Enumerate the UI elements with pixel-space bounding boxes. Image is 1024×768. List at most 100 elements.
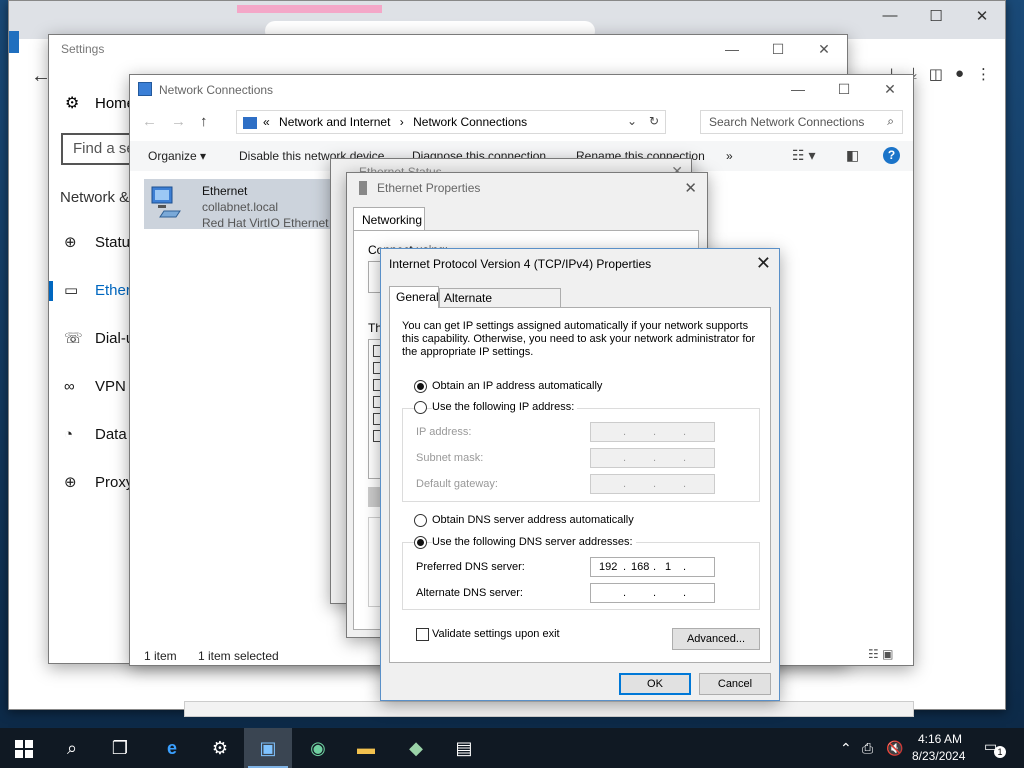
menu-dots-icon[interactable]: ⋮ — [976, 65, 991, 83]
settings-nav-vpn[interactable]: ∞ VPN — [49, 375, 139, 423]
view-toggle-icon[interactable]: ☷ ▣ — [868, 647, 893, 661]
subnet-mask-input[interactable]: ... — [590, 448, 715, 468]
internet-explorer-icon[interactable]: e — [148, 728, 196, 768]
browser-window-controls: — ☐ ✕ — [867, 7, 1005, 25]
netconn-address-bar[interactable]: « Network and Internet › Network Connect… — [236, 110, 666, 134]
settings-nav-proxy[interactable]: ⊕ Proxy — [49, 471, 139, 519]
settings-nav-ethernet[interactable]: ▭ Ether — [49, 279, 139, 327]
network-adapter-icon — [151, 186, 181, 218]
preview-pane-icon[interactable]: ◧ — [846, 147, 859, 164]
help-icon[interactable]: ? — [883, 147, 900, 164]
profile-icon[interactable]: ● — [955, 65, 964, 83]
ipv4-general-panel: You can get IP settings assigned automat… — [389, 307, 771, 663]
app-icon[interactable]: ◆ — [392, 728, 440, 768]
sidebar-icon[interactable]: ◫ — [929, 65, 943, 83]
ip-address-input[interactable]: ... — [590, 422, 715, 442]
ethernet-connection-item[interactable]: Ethernet collabnet.local Red Hat VirtIO … — [144, 179, 344, 230]
validate-settings-label[interactable]: Validate settings upon exit — [432, 628, 560, 640]
globe-icon: ⊕ — [64, 474, 77, 491]
settings-home[interactable]: ⚙ Home — [65, 93, 135, 113]
refresh-icon[interactable]: ↻ — [649, 114, 659, 128]
clock-date[interactable]: 8/23/2024 — [912, 749, 965, 763]
clock-time[interactable]: 4:16 AM — [918, 732, 962, 746]
network-connections-taskbar-icon[interactable]: ▣ — [244, 728, 292, 768]
view-options-icon[interactable]: ☷ ▾ — [792, 147, 815, 164]
advanced-button[interactable]: Advanced... — [672, 628, 760, 650]
breadcrumb-overflow[interactable]: « — [263, 115, 270, 129]
cancel-button[interactable]: Cancel — [699, 673, 771, 695]
alternate-dns-label: Alternate DNS server: — [416, 587, 523, 599]
browser-tab[interactable] — [237, 5, 382, 13]
obtain-ip-auto-label[interactable]: Obtain an IP address automatically — [432, 380, 602, 392]
alternate-dns-input[interactable]: ... — [590, 583, 715, 603]
ok-button[interactable]: OK — [619, 673, 691, 695]
settings-nav-label: Data — [95, 426, 127, 443]
tab-general[interactable]: General — [389, 286, 439, 308]
connection-name: Ethernet — [202, 184, 248, 198]
obtain-ip-auto-radio[interactable] — [414, 380, 427, 393]
use-dns-radio[interactable] — [414, 536, 427, 549]
preferred-dns-octet-2: 168 — [631, 561, 650, 573]
globe-icon: ⊕ — [64, 234, 77, 251]
use-dns-label[interactable]: Use the following DNS server addresses: — [432, 536, 636, 548]
settings-nav: ⊕ Statu ▭ Ether ☏ Dial-u ∞ VPN ◔ Data ⊕ Proxy — [49, 231, 139, 519]
tab-networking[interactable]: Networking — [353, 207, 425, 231]
minimize-icon[interactable]: — — [775, 75, 821, 103]
back-arrow-icon[interactable]: ← — [31, 65, 51, 88]
validate-settings-checkbox[interactable] — [416, 628, 429, 641]
settings-nav-dialup[interactable]: ☏ Dial-u — [49, 327, 139, 375]
use-ip-radio[interactable] — [414, 401, 427, 414]
status-item-count: 1 item — [144, 649, 177, 663]
minimize-icon[interactable]: — — [867, 7, 913, 25]
close-icon[interactable]: ✕ — [959, 7, 1005, 25]
browser-status-strip — [184, 701, 914, 717]
close-icon[interactable]: ✕ — [684, 179, 697, 197]
breadcrumb-network-connections[interactable]: Network Connections — [413, 115, 527, 129]
connection-device: Red Hat VirtIO Ethernet A — [202, 216, 340, 230]
chevron-down-icon[interactable]: ⌄ — [627, 114, 637, 128]
ethernet-properties-title: Ethernet Properties — [377, 181, 481, 195]
default-gateway-input[interactable]: ... — [590, 474, 715, 494]
network-warning-icon[interactable]: ⎙ — [862, 728, 873, 768]
close-icon[interactable]: ✕ — [756, 253, 771, 274]
preferred-dns-input[interactable]: 192 . 168 . 1 . — [590, 557, 715, 577]
obtain-dns-auto-radio[interactable] — [414, 514, 427, 527]
netconn-window-controls: — ☐ ✕ — [775, 75, 913, 103]
settings-gear-icon[interactable]: ⚙ — [196, 728, 244, 768]
breadcrumb-network-internet[interactable]: Network and Internet — [279, 115, 390, 129]
settings-nav-label: Proxy — [95, 474, 134, 491]
maximize-icon[interactable]: ☐ — [755, 35, 801, 63]
back-arrow-icon[interactable]: ← — [142, 113, 157, 130]
maximize-icon[interactable]: ☐ — [913, 7, 959, 25]
start-windows-icon[interactable] — [0, 728, 48, 768]
netconn-search-input[interactable]: Search Network Connections ⌕ — [700, 110, 903, 134]
network-globe-icon[interactable]: ◉ — [294, 728, 342, 768]
task-view-icon[interactable]: ❐ — [96, 728, 144, 768]
netconn-title: Network Connections — [159, 83, 274, 97]
netconn-titlebar: Network Connections — ☐ ✕ — [130, 75, 913, 105]
notification-icon[interactable]: ▭ 1 — [984, 738, 1006, 758]
file-explorer-icon[interactable]: ▬ — [342, 728, 390, 768]
command-prompt-icon[interactable]: ▤ — [440, 728, 488, 768]
minimize-icon[interactable]: — — [709, 35, 755, 63]
organize-button[interactable]: Organize ▾ — [148, 149, 206, 163]
preferred-dns-octet-1: 192 — [599, 561, 618, 573]
settings-nav-data-usage[interactable]: ◔ Data — [49, 423, 139, 471]
control-panel-icon — [243, 116, 257, 129]
up-arrow-icon[interactable]: ↑ — [200, 113, 208, 130]
speaker-muted-icon[interactable]: 🔇 — [886, 728, 903, 768]
use-ip-label[interactable]: Use the following IP address: — [432, 401, 578, 413]
settings-nav-status[interactable]: ⊕ Statu — [49, 231, 139, 279]
tab-alternate-configuration[interactable]: Alternate Configuration — [439, 288, 561, 319]
search-icon[interactable]: ⌕ — [48, 728, 96, 768]
obtain-dns-auto-label[interactable]: Obtain DNS server address automatically — [432, 514, 634, 526]
maximize-icon[interactable]: ☐ — [821, 75, 867, 103]
more-commands-button[interactable]: » — [726, 149, 733, 163]
close-icon[interactable]: ✕ — [867, 75, 913, 103]
forward-arrow-icon[interactable]: → — [171, 113, 186, 130]
close-icon[interactable]: ✕ — [801, 35, 847, 63]
ethernet-icon: ▭ — [64, 282, 79, 299]
chevron-up-icon[interactable]: ⌃ — [840, 728, 852, 768]
network-plug-icon — [359, 181, 367, 195]
browser-side-strip — [9, 31, 19, 53]
